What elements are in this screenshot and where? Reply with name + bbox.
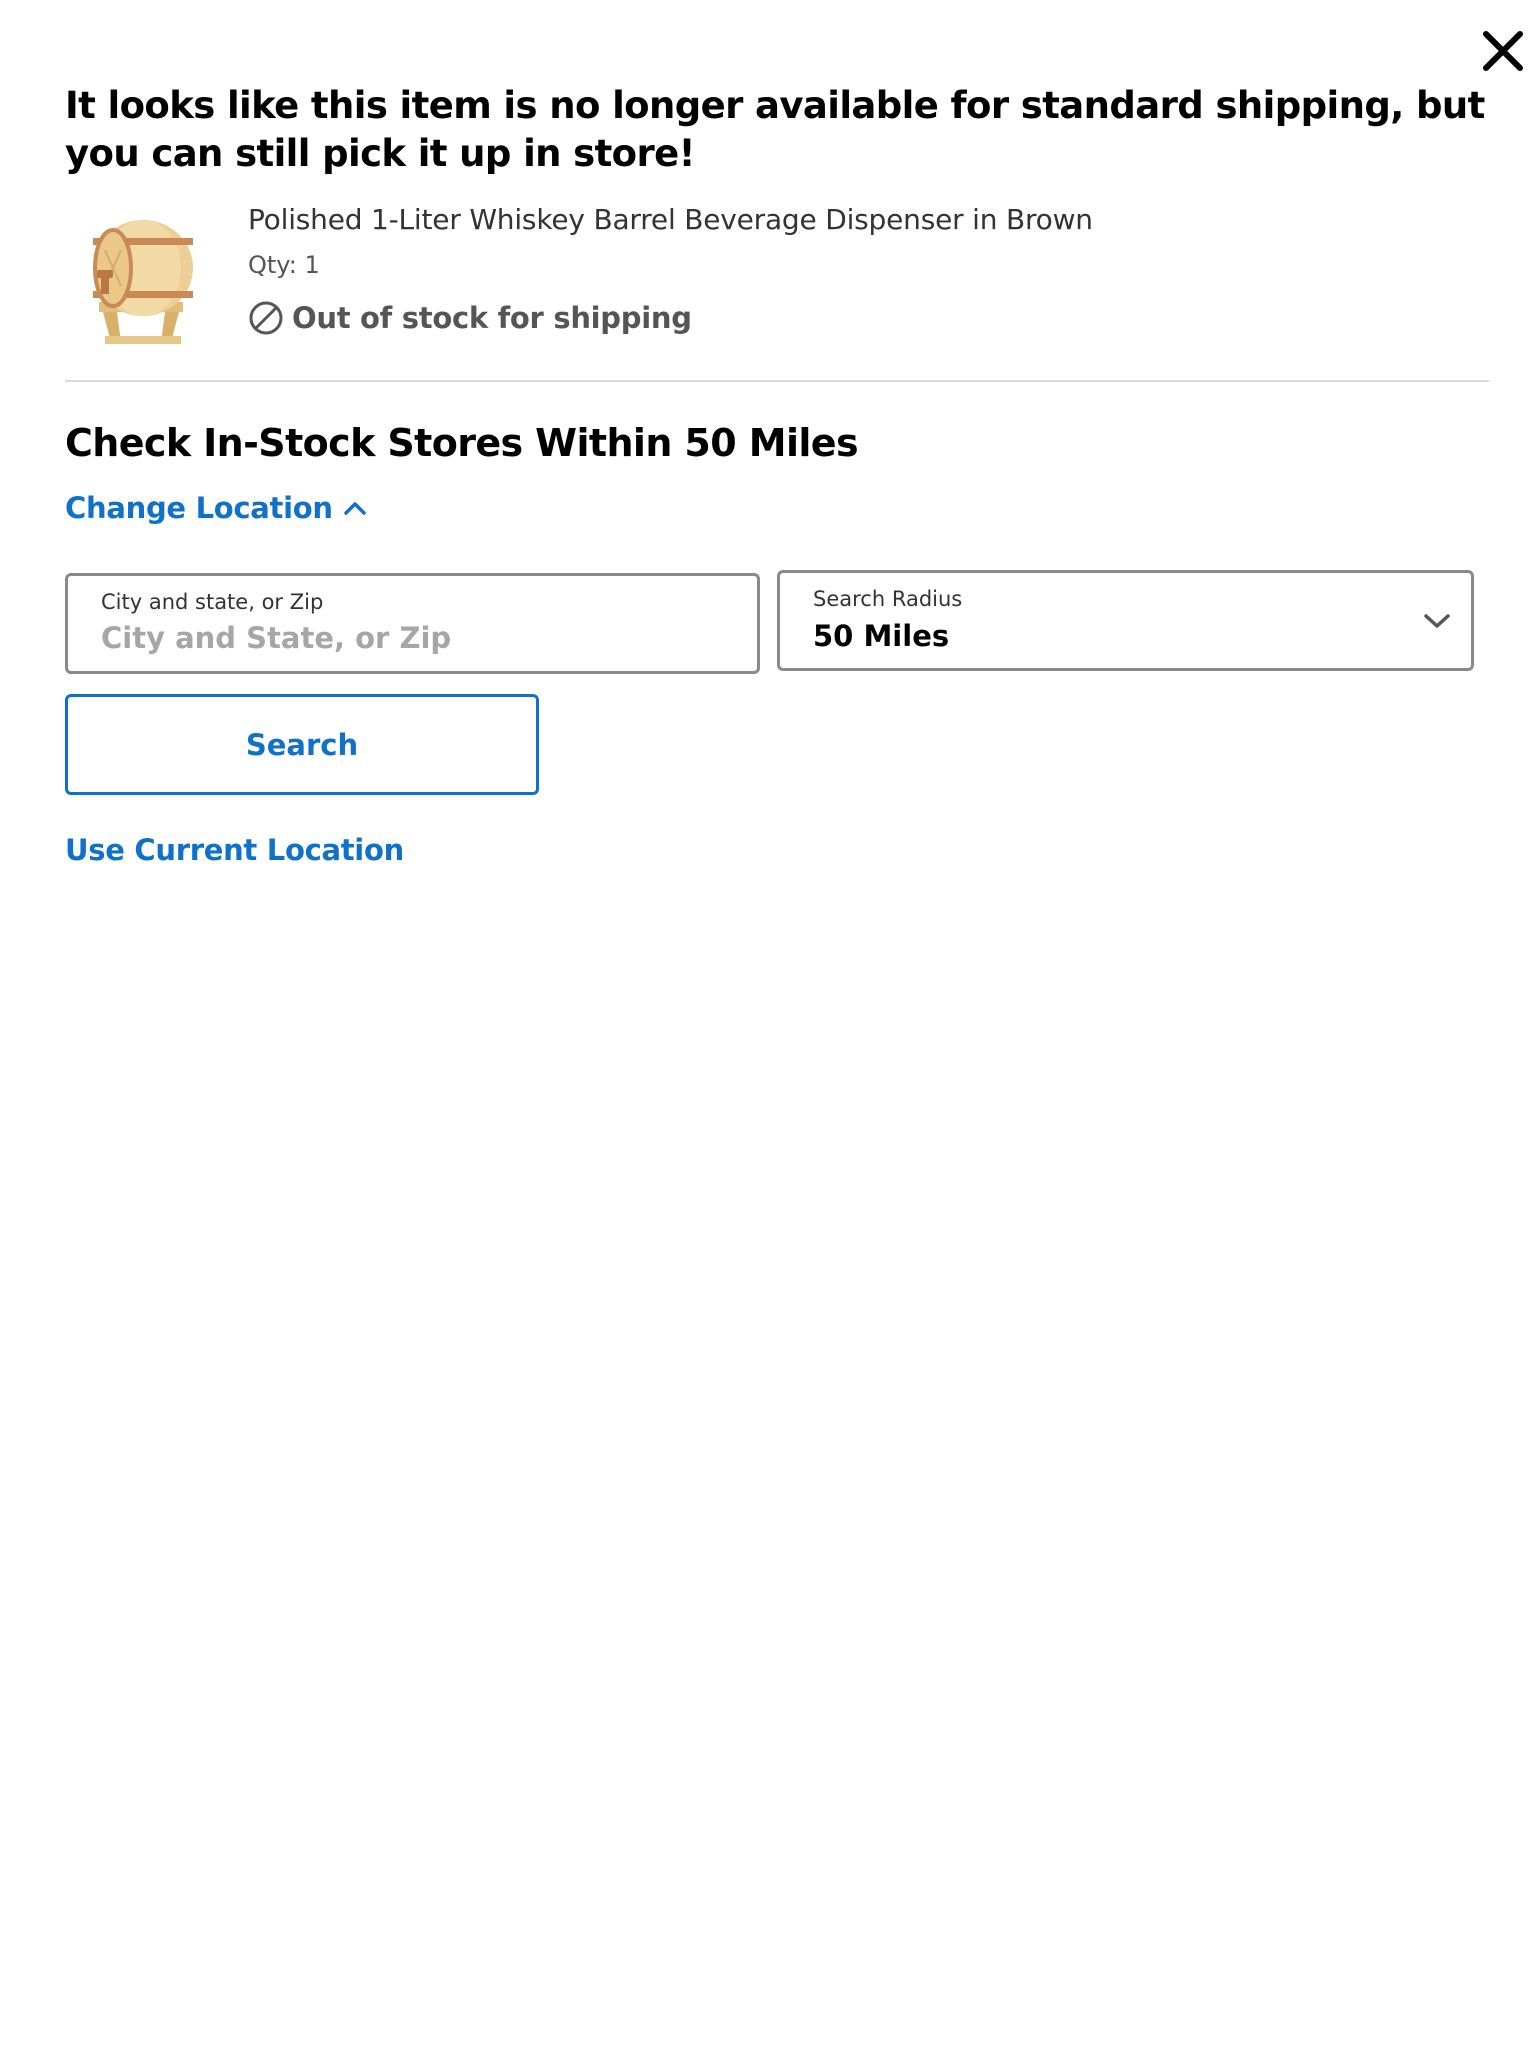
close-button[interactable] (1476, 24, 1530, 78)
product-quantity: Qty: 1 (248, 251, 320, 279)
search-radius-value: 50 Miles (813, 619, 950, 653)
city-input[interactable] (101, 616, 721, 660)
change-location-label: Change Location (65, 491, 333, 525)
product-image (75, 198, 215, 348)
city-field-label: City and state, or Zip (101, 590, 324, 614)
whiskey-barrel-icon (93, 220, 193, 344)
chevron-down-icon (1424, 614, 1450, 628)
stock-status: Out of stock for shipping (248, 298, 692, 338)
use-current-location-link[interactable]: Use Current Location (65, 830, 404, 870)
ban-icon (249, 301, 283, 335)
product-name[interactable]: Polished 1-Liter Whiskey Barrel Beverage… (248, 200, 1093, 240)
divider (65, 380, 1489, 382)
stock-status-text: Out of stock for shipping (292, 301, 692, 335)
close-icon (1483, 31, 1523, 71)
change-location-link[interactable]: Change Location (65, 488, 369, 528)
section-title: Check In-Stock Stores Within 50 Miles (65, 421, 859, 465)
modal-headline: It looks like this item is no longer ava… (65, 84, 1485, 175)
search-button[interactable]: Search (65, 694, 539, 795)
city-field[interactable]: City and state, or Zip (65, 573, 760, 674)
chevron-up-icon (343, 502, 366, 515)
search-radius-select[interactable]: Search Radius 50 Miles (777, 570, 1474, 671)
search-radius-label: Search Radius (813, 587, 963, 611)
